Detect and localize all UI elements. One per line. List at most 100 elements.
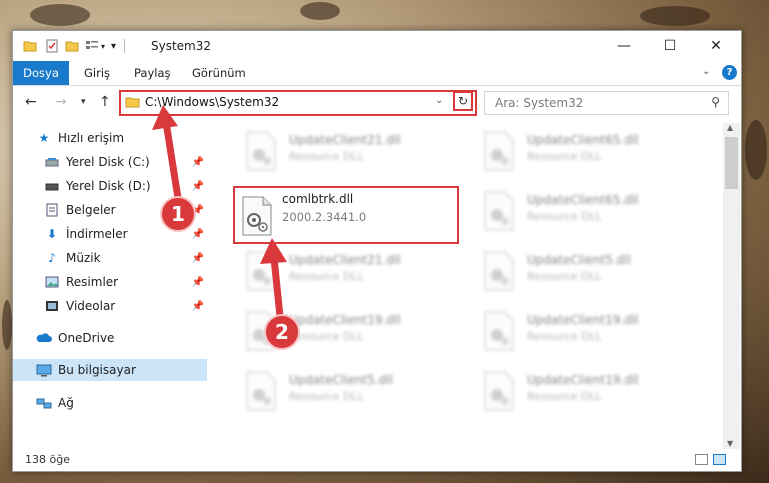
pin-icon[interactable]: 📌: [192, 229, 204, 240]
nav-item-label: OneDrive: [58, 331, 115, 345]
file-item[interactable]: UpdateClient21.dll Resource DLL: [245, 249, 465, 299]
navigation-pane: ★ Hızlı erişim Yerel Disk (C:) 📌 Yerel D…: [13, 127, 209, 447]
nav-item-label: Resimler: [66, 275, 119, 289]
pin-icon[interactable]: 📌: [192, 253, 204, 264]
pin-icon[interactable]: 📌: [192, 277, 204, 288]
file-item[interactable]: UpdateClient19.dll Resource DLL: [483, 369, 703, 419]
scroll-down-icon[interactable]: ▼: [727, 439, 733, 448]
refresh-button[interactable]: ↻: [453, 91, 473, 111]
nav-item-music[interactable]: ♪ Müzik 📌: [13, 247, 207, 269]
file-name: UpdateClient19.dll: [527, 313, 639, 327]
nav-item-onedrive[interactable]: OneDrive: [13, 327, 207, 349]
large-icons-view-icon[interactable]: [713, 454, 726, 465]
quick-access-toolbar: ▾ ▾: [23, 38, 126, 54]
scroll-up-icon[interactable]: ▲: [727, 123, 733, 132]
expand-ribbon-icon[interactable]: ⌄: [702, 66, 710, 77]
properties-icon[interactable]: [45, 39, 59, 53]
file-item[interactable]: UpdateClient19.dll Resource DLL: [483, 309, 703, 359]
nav-item-label: Ağ: [58, 396, 74, 410]
help-icon[interactable]: ?: [722, 65, 737, 80]
download-icon: ⬇: [46, 227, 58, 241]
pin-icon[interactable]: 📌: [192, 301, 204, 312]
file-item[interactable]: UpdateClient5.dll Resource DLL: [483, 249, 703, 299]
details-view-icon[interactable]: [695, 454, 708, 465]
dll-file-icon: [484, 251, 514, 291]
nav-item-network[interactable]: Ağ: [13, 392, 207, 414]
nav-item-this-pc[interactable]: Bu bilgisayar: [13, 359, 207, 381]
callout-badge-2: 2: [264, 314, 300, 350]
search-input[interactable]: Ara: System32 ⚲: [484, 91, 729, 115]
recent-locations-icon[interactable]: ▾: [81, 97, 86, 107]
file-item[interactable]: UpdateClient21.dll Resource DLL: [245, 129, 465, 179]
tab-file[interactable]: Dosya: [13, 61, 69, 85]
file-item[interactable]: UpdateClient65.dll Resource DLL: [483, 189, 703, 239]
nav-item-label: Yerel Disk (C:): [66, 155, 150, 169]
status-bar: 138 öğe: [13, 449, 741, 471]
file-type: Resource DLL: [527, 390, 602, 403]
pin-icon[interactable]: 📌: [192, 157, 204, 168]
item-count: 138 öğe: [25, 453, 70, 466]
file-type: Resource DLL: [527, 270, 602, 283]
ribbon-tabs: Dosya Giriş Paylaş Görünüm ⌄ ?: [13, 61, 741, 86]
file-version: 2000.2.3441.0: [282, 210, 367, 224]
address-row: ← → ▾ ↑ C:\Windows\System32 ⌄ ↻ Ara: Sys…: [13, 86, 741, 120]
chevron-down-icon[interactable]: ▾: [101, 42, 105, 51]
view-icon[interactable]: [85, 39, 99, 53]
background-spot: [745, 120, 767, 180]
new-folder-icon[interactable]: [65, 39, 79, 53]
folder-icon[interactable]: [23, 39, 37, 53]
divider: [124, 39, 126, 53]
pictures-icon: [43, 274, 61, 290]
nav-item-pictures[interactable]: Resimler 📌: [13, 271, 207, 293]
dll-file-icon: [484, 131, 514, 171]
dll-file-icon: [246, 371, 276, 411]
videos-icon: [43, 298, 61, 314]
search-placeholder: Ara: System32: [495, 96, 584, 110]
highlighted-file-item[interactable]: comlbtrk.dll 2000.2.3441.0: [233, 186, 459, 244]
address-bar[interactable]: C:\Windows\System32 ⌄: [119, 90, 477, 116]
file-type: Resource DLL: [289, 270, 364, 283]
file-type: Resource DLL: [527, 150, 602, 163]
back-arrow-icon[interactable]: ←: [25, 94, 37, 110]
vertical-scrollbar[interactable]: ▲ ▼: [723, 123, 740, 449]
nav-item-label: Bu bilgisayar: [58, 363, 136, 377]
pin-icon[interactable]: 📌: [192, 181, 204, 192]
network-icon: [35, 395, 53, 411]
address-path: C:\Windows\System32: [145, 95, 280, 109]
music-icon: ♪: [48, 251, 56, 265]
up-arrow-icon[interactable]: ↑: [99, 94, 111, 110]
file-name: UpdateClient21.dll: [289, 253, 401, 267]
file-name: UpdateClient5.dll: [289, 373, 393, 387]
file-name: UpdateClient65.dll: [527, 193, 639, 207]
scrollbar-thumb[interactable]: [725, 137, 738, 189]
tab-view[interactable]: Görünüm: [192, 61, 246, 85]
file-type: Resource DLL: [289, 150, 364, 163]
close-button[interactable]: ✕: [693, 31, 739, 61]
computer-icon: [35, 362, 53, 378]
file-list: UpdateClient21.dll Resource DLL UpdateCl…: [221, 123, 723, 449]
nav-item-local-disk-c[interactable]: Yerel Disk (C:) 📌: [13, 151, 207, 173]
tab-share[interactable]: Paylaş: [134, 61, 171, 85]
nav-item-quick-access[interactable]: ★ Hızlı erişim: [13, 127, 207, 149]
file-item[interactable]: UpdateClient5.dll Resource DLL: [245, 369, 465, 419]
dll-file-icon: [484, 371, 514, 411]
nav-item-label: Belgeler: [66, 203, 116, 217]
cloud-icon: [35, 330, 53, 346]
nav-item-label: Yerel Disk (D:): [66, 179, 151, 193]
tab-home[interactable]: Giriş: [84, 61, 110, 85]
background-spot: [300, 2, 340, 20]
address-dropdown-icon[interactable]: ⌄: [435, 95, 443, 106]
background-spot: [30, 4, 90, 26]
file-item[interactable]: UpdateClient65.dll Resource DLL: [483, 129, 703, 179]
minimize-button[interactable]: —: [601, 31, 647, 61]
forward-arrow-icon[interactable]: →: [55, 94, 67, 110]
maximize-button[interactable]: ☐: [647, 31, 693, 61]
nav-item-videos[interactable]: Videolar 📌: [13, 295, 207, 317]
dll-file-icon: [484, 191, 514, 231]
nav-item-local-disk-d[interactable]: Yerel Disk (D:) 📌: [13, 175, 207, 197]
customize-toolbar-icon[interactable]: ▾: [111, 41, 116, 52]
dll-file-icon: [246, 131, 276, 171]
file-name: UpdateClient19.dll: [289, 313, 401, 327]
file-name: UpdateClient65.dll: [527, 133, 639, 147]
documents-icon: [43, 202, 61, 218]
